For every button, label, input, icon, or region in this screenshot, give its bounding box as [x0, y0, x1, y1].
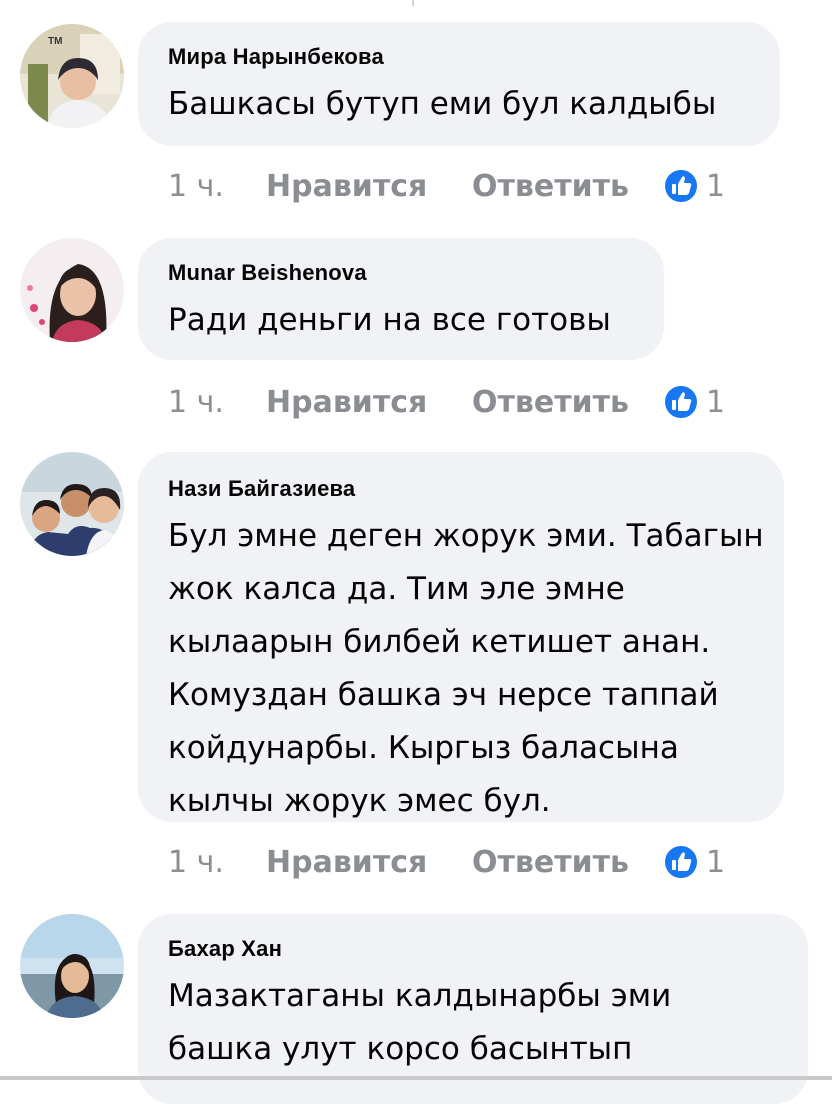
- thumbs-up-icon: [663, 844, 699, 880]
- comment-author[interactable]: Munar Beishenova: [168, 260, 634, 286]
- avatar[interactable]: [20, 914, 124, 1018]
- reaction-count: 1: [706, 168, 726, 204]
- svg-text:TM: TM: [48, 36, 62, 47]
- reaction-count: 1: [706, 384, 726, 420]
- comment-author[interactable]: Мира Нарынбекова: [168, 44, 750, 70]
- like-button[interactable]: Нравится: [266, 385, 472, 420]
- avatar[interactable]: [20, 452, 124, 556]
- avatar[interactable]: TM: [20, 24, 124, 128]
- comment-bubble: Мира Нарынбекова Башкасы бутуп еми бул к…: [138, 22, 780, 146]
- top-divider: [0, 0, 832, 6]
- reaction-summary[interactable]: 1: [662, 167, 725, 205]
- comment-time[interactable]: 1 ч.: [168, 385, 266, 420]
- thumbs-up-icon: [663, 168, 699, 204]
- avatar[interactable]: [20, 238, 124, 342]
- comment-text: Башкасы бутуп еми бул калдыбы: [168, 86, 717, 122]
- comment-time[interactable]: 1 ч.: [168, 169, 266, 204]
- comment-actions: 1 ч. Нравится Ответить 1: [168, 842, 725, 882]
- comment-bubble: Нази Байгазиева Бул эмне деген жорук эми…: [138, 452, 784, 822]
- like-button[interactable]: Нравится: [266, 169, 472, 204]
- comment-actions: 1 ч. Нравится Ответить 1: [168, 166, 725, 206]
- reply-button[interactable]: Ответить: [472, 169, 662, 204]
- comment-text: Ради деньги на все готовы: [168, 302, 611, 338]
- reaction-summary[interactable]: 1: [662, 843, 725, 881]
- like-button[interactable]: Нравится: [266, 845, 472, 880]
- reply-button[interactable]: Ответить: [472, 385, 662, 420]
- comment-author[interactable]: Нази Байгазиева: [168, 476, 754, 502]
- reply-button[interactable]: Ответить: [472, 845, 662, 880]
- comment-bubble: Munar Beishenova Ради деньги на все гото…: [138, 238, 664, 360]
- comment-actions: 1 ч. Нравится Ответить 1: [168, 382, 725, 422]
- thumbs-up-icon: [663, 384, 699, 420]
- comment-text: Бул эмне деген жорук эми. Табагын жок ка…: [168, 518, 764, 819]
- reaction-summary[interactable]: 1: [662, 383, 725, 421]
- comment-author[interactable]: Бахар Хан: [168, 936, 778, 962]
- bottom-divider: [0, 1076, 832, 1080]
- reaction-count: 1: [706, 844, 726, 880]
- comment-time[interactable]: 1 ч.: [168, 845, 266, 880]
- comment-text: Мазактаганы калдынарбы эми башка улут ко…: [168, 978, 672, 1067]
